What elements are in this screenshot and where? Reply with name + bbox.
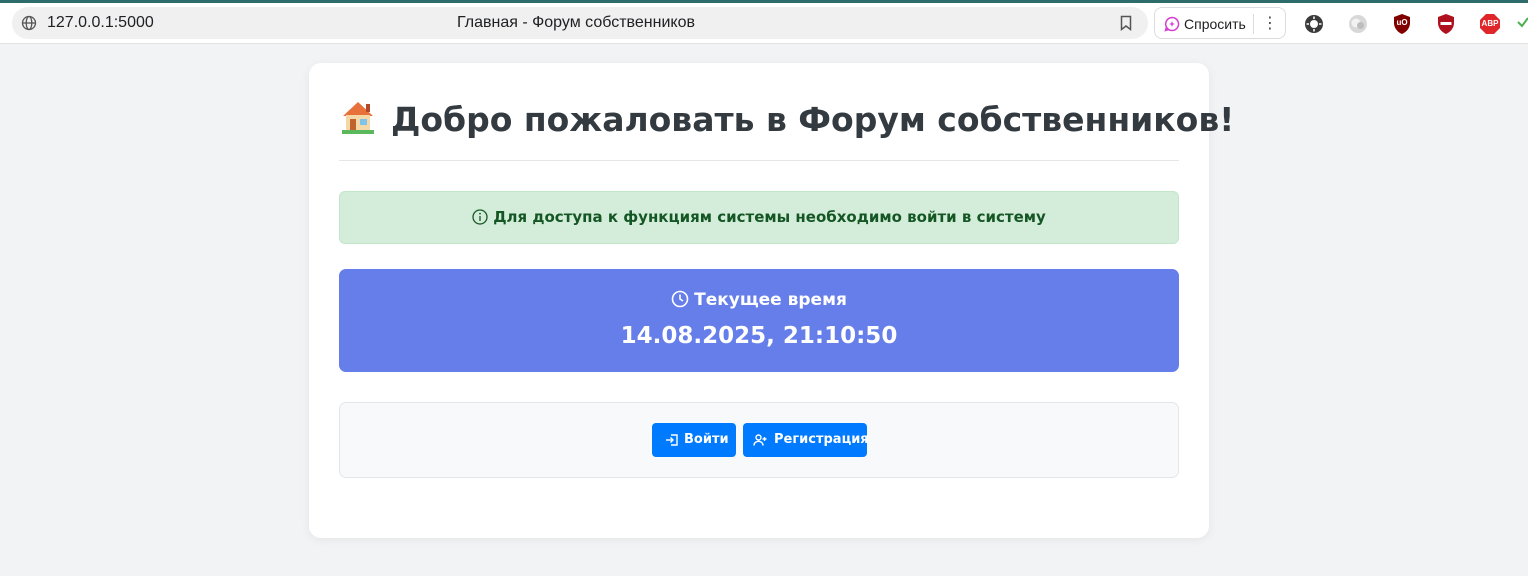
url-text[interactable]: 127.0.0.1:5000 <box>47 14 154 32</box>
info-circle-icon <box>472 209 488 225</box>
alert-text: Для доступа к функциям системы необходим… <box>493 208 1046 226</box>
house-icon <box>342 102 374 134</box>
adblock-plus-icon[interactable]: ABP <box>1478 12 1502 36</box>
page-title: Добро пожаловать в Форум собственников! <box>339 99 1234 141</box>
current-time-value: 14.08.2025, 21:10:50 <box>620 323 898 349</box>
globe-icon <box>21 15 37 31</box>
bookmark-icon[interactable] <box>1117 14 1135 32</box>
address-bar[interactable]: 127.0.0.1:5000 Главная - Форум собственн… <box>12 7 1148 39</box>
adblock-label: ABP <box>1481 19 1499 28</box>
extension-overflow-icon[interactable] <box>1516 12 1528 36</box>
auth-actions-panel: Войти Регистрация <box>339 402 1179 478</box>
add-user-icon <box>753 434 767 446</box>
login-required-alert: Для доступа к функциям системы необходим… <box>339 191 1179 244</box>
ublock-label: uO <box>1396 18 1408 27</box>
register-button[interactable]: Регистрация <box>743 423 869 457</box>
privacy-badger-icon[interactable] <box>1434 12 1458 36</box>
login-label: Войти <box>684 432 729 447</box>
login-icon <box>666 434 678 446</box>
browser-toolbar: 127.0.0.1:5000 Главная - Форум собственн… <box>0 3 1528 44</box>
tab-title: Главная - Форум собственников <box>457 14 695 31</box>
heading-divider <box>339 160 1179 161</box>
welcome-card: Добро пожаловать в Форум собственников! … <box>309 63 1234 538</box>
page-title-text: Добро пожаловать в Форум собственников! <box>391 100 1235 139</box>
current-time-panel: Текущее время 14.08.2025, 21:10:50 <box>339 269 1179 372</box>
toolbar-separator <box>1253 14 1254 34</box>
login-button[interactable]: Войти <box>652 423 736 457</box>
more-menu-icon[interactable]: ⋮ <box>1260 14 1280 34</box>
ublock-origin-icon[interactable]: uO <box>1390 12 1414 36</box>
ask-ai-button[interactable]: Спросить ⋮ <box>1154 7 1286 39</box>
ask-ai-label: Спросить <box>1184 16 1246 32</box>
current-time-label-text: Текущее время <box>694 290 847 310</box>
ai-chat-icon <box>1164 16 1180 32</box>
register-label: Регистрация <box>774 432 869 447</box>
ai-assistant-icon[interactable] <box>1346 12 1370 36</box>
current-time-label: Текущее время <box>339 290 1179 310</box>
dark-reader-icon[interactable] <box>1302 12 1326 36</box>
clock-icon <box>671 290 689 308</box>
